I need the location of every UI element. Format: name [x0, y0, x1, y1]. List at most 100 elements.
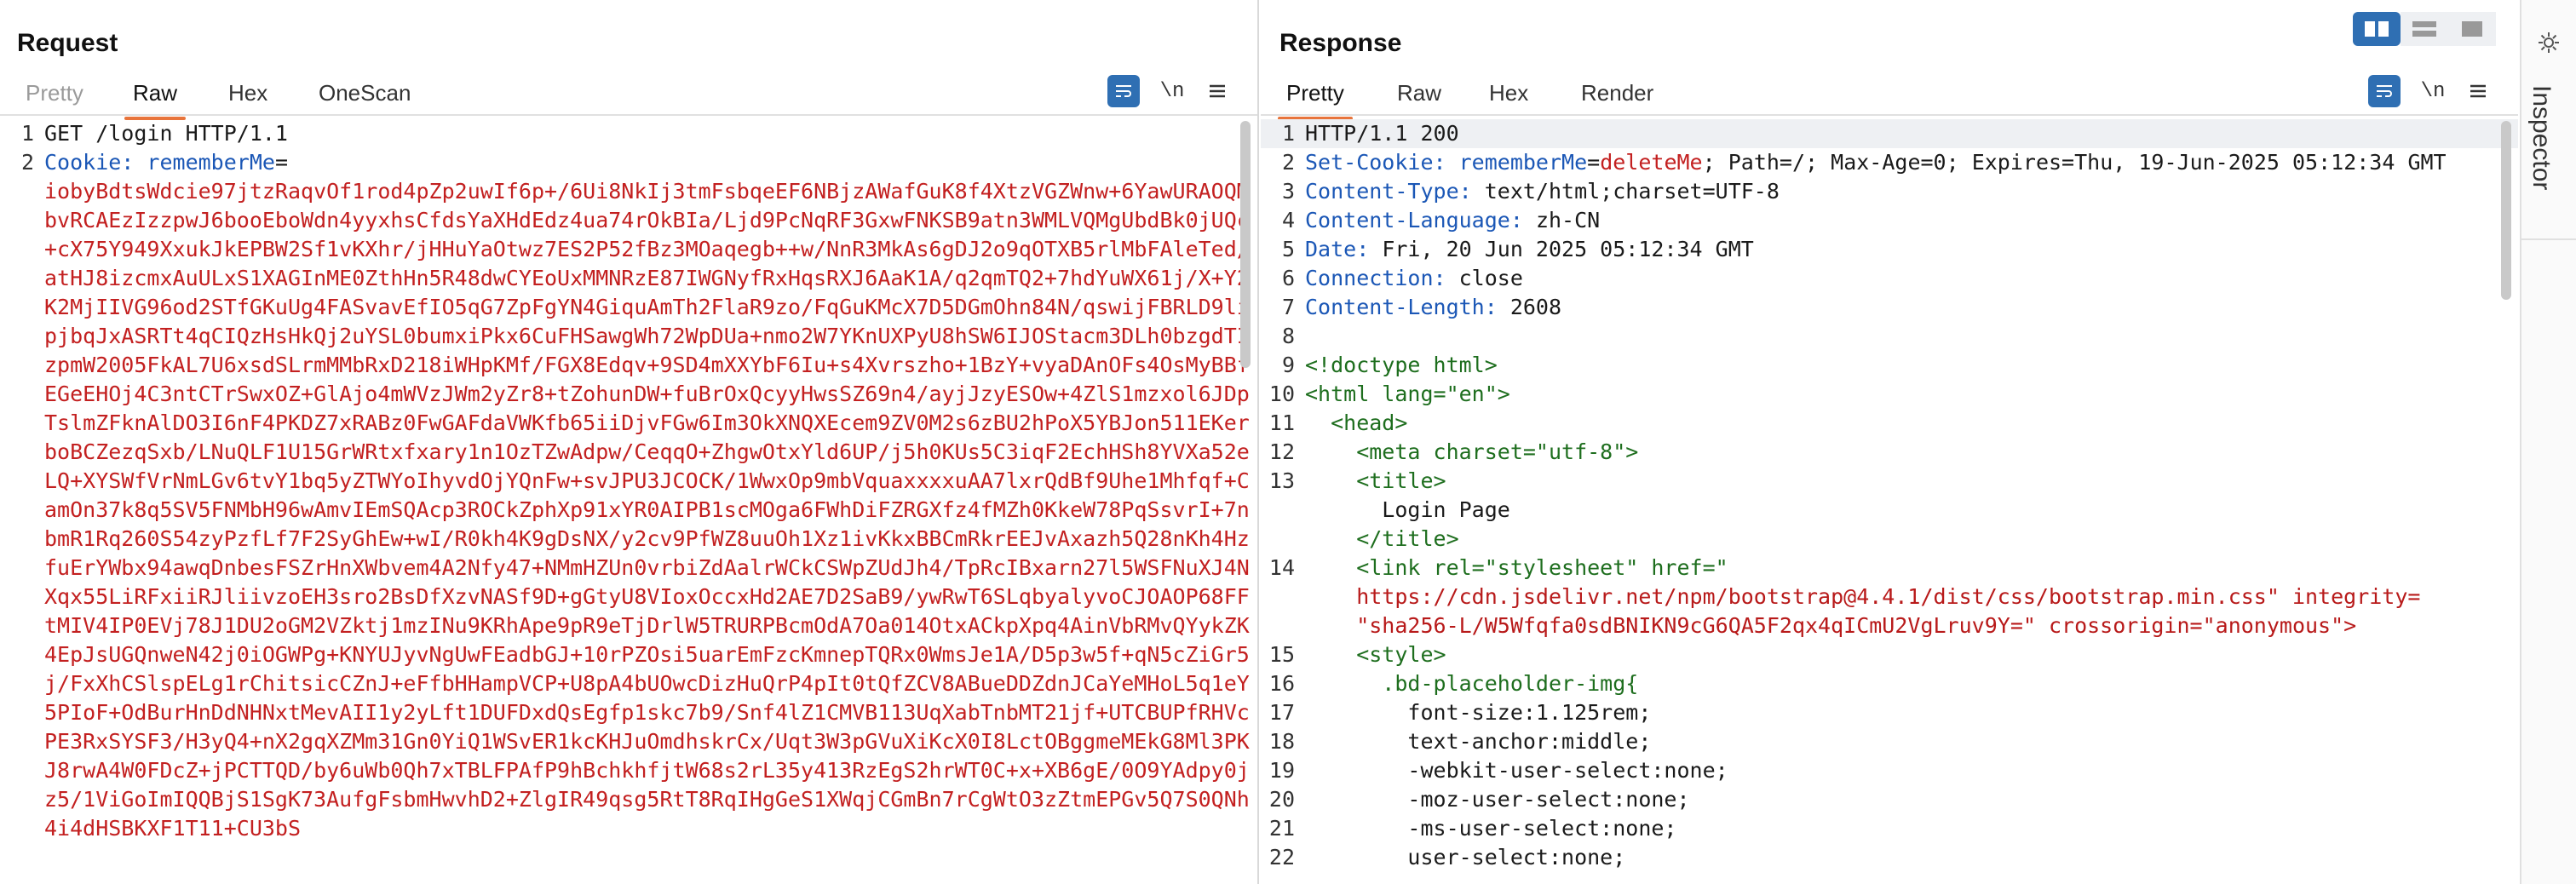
response-title: Response: [1279, 29, 1402, 57]
inspector-label[interactable]: Inspector: [2527, 85, 2556, 190]
response-line: 5 Date: Fri, 20 Jun 2025 05:12:34 GMT: [1261, 235, 2518, 264]
line-text: Date: Fri, 20 Jun 2025 05:12:34 GMT: [1305, 235, 2518, 264]
response-line: 3 Content-Type: text/html;charset=UTF-8: [1261, 177, 2518, 206]
response-line: https://cdn.jsdelivr.net/npm/bootstrap@4…: [1261, 583, 2518, 611]
tab-onescan[interactable]: OneScan: [310, 80, 419, 117]
layout-rows-button[interactable]: [2401, 12, 2448, 46]
tab-render[interactable]: Render: [1573, 80, 1662, 117]
request-menu-button[interactable]: [1203, 75, 1232, 107]
response-scrollbar[interactable]: [2501, 121, 2511, 300]
line-number: 2: [20, 150, 34, 175]
line-number: 18: [1268, 729, 1295, 754]
newline-toggle[interactable]: \n: [2416, 75, 2450, 107]
line-text: Content-Type: text/html;charset=UTF-8: [1305, 177, 2518, 206]
line-text: <meta charset="utf-8">: [1305, 439, 1639, 464]
header-value: text/html;charset=UTF-8: [1484, 179, 1780, 204]
response-line: 4 Content-Language: zh-CN: [1261, 206, 2518, 235]
header-value: Fri, 20 Jun 2025 05:12:34 GMT: [1382, 237, 1754, 261]
line-number: 9: [1281, 353, 1295, 377]
request-scrollbar[interactable]: [1240, 121, 1251, 368]
request-editor[interactable]: 1 GET /login HTTP/1.1 2 Cookie: remember…: [0, 119, 1257, 884]
line-number: 5: [1281, 237, 1295, 261]
tab-hex[interactable]: Hex: [220, 80, 276, 117]
response-tabs: Pretty Raw Hex Render: [1261, 73, 2518, 120]
line-number: 8: [1281, 324, 1295, 348]
line-text: Cookie: rememberMe= iobyBdtsWdcie97jtzRaq…: [44, 148, 1257, 843]
line-text: -moz-user-select:none;: [1305, 787, 1690, 812]
request-title: Request: [17, 29, 118, 57]
line-text: Content-Language: zh-CN: [1305, 206, 2518, 235]
header-key: Connection:: [1305, 266, 1459, 290]
line-text: "sha256-L/W5Wfqfa0sdBNIKN9cG6QA5F2qx4qIC…: [1305, 613, 2357, 638]
header-value: close: [1458, 266, 1523, 290]
wrap-lines-button[interactable]: [1107, 75, 1140, 107]
inspector-sidebar: Inspector: [2520, 0, 2576, 884]
layout-split-button[interactable]: [2353, 12, 2401, 46]
cookie-name: rememberMe: [1458, 150, 1588, 175]
request-pane: Request Pretty Raw Hex OneScan \n 1 GET …: [0, 0, 1259, 884]
layout-single-button[interactable]: [2448, 12, 2496, 46]
header-key: Cookie:: [44, 150, 147, 175]
layout-toggle: [2353, 12, 2496, 46]
line-text: Content-Length: 2608: [1305, 293, 2518, 322]
response-line: 1 HTTP/1.1 200: [1261, 119, 2518, 148]
request-line: 1 GET /login HTTP/1.1: [0, 119, 1257, 148]
line-number: 6: [1281, 266, 1295, 290]
response-line: 10 <html lang="en">: [1261, 380, 2518, 409]
line-number: 11: [1268, 410, 1295, 435]
tab-pretty[interactable]: Pretty: [17, 80, 92, 117]
wrap-lines-button[interactable]: [2368, 75, 2401, 107]
line-number: 2: [1281, 150, 1295, 175]
response-line: 2 Set-Cookie: rememberMe=deleteMe; Path=…: [1261, 148, 2518, 177]
line-number: 15: [1268, 642, 1295, 667]
response-line: 17 font-size:1.125rem;: [1261, 698, 2518, 727]
line-text: Connection: close: [1305, 264, 2518, 293]
line-text: <html lang="en">: [1305, 382, 1510, 406]
tab-raw[interactable]: Raw: [1389, 80, 1450, 117]
header-value: zh-CN: [1535, 208, 1601, 232]
response-line: 19 -webkit-user-select:none;: [1261, 756, 2518, 785]
line-number: [1261, 496, 1305, 525]
line-number: 1: [1261, 119, 1305, 148]
line-number: 16: [1268, 671, 1295, 696]
tab-raw[interactable]: Raw: [124, 80, 187, 120]
split-rows-icon: [2412, 21, 2436, 37]
tab-pretty[interactable]: Pretty: [1278, 80, 1353, 120]
cookie-value: deleteMe: [1600, 150, 1703, 175]
response-line: 9 <!doctype html>: [1261, 351, 2518, 380]
line-text: -ms-user-select:none;: [1305, 816, 1677, 841]
newline-toggle[interactable]: \n: [1155, 75, 1189, 107]
header-key: Date:: [1305, 237, 1383, 261]
hamburger-icon: [2470, 84, 2486, 98]
response-line: 7 Content-Length: 2608: [1261, 293, 2518, 322]
header-key: Content-Length:: [1305, 295, 1510, 319]
settings-icon[interactable]: [2537, 31, 2561, 59]
split-columns-icon: [2365, 21, 2389, 37]
line-text: <!doctype html>: [1305, 353, 1498, 377]
line-text: Login Page: [1305, 497, 1510, 522]
header-key: Content-Language:: [1305, 208, 1536, 232]
cookie-value: iobyBdtsWdcie97jtzRaqvOf1rod4pZp2uwIf6p+…: [44, 179, 1250, 841]
line-number: [1261, 611, 1305, 640]
response-editor[interactable]: 1 HTTP/1.1 200 2 Set-Cookie: rememberMe=…: [1261, 119, 2518, 884]
line-number: 14: [1268, 555, 1295, 580]
cookie-eq: =: [274, 150, 288, 175]
line-number: [1261, 583, 1305, 611]
line-text: user-select:none;: [1305, 845, 1626, 870]
response-line: 20 -moz-user-select:none;: [1261, 785, 2518, 814]
tab-hex[interactable]: Hex: [1481, 80, 1537, 117]
response-line: Login Page: [1261, 496, 2518, 525]
cookie-eq: =: [1587, 150, 1601, 175]
response-menu-button[interactable]: [2464, 75, 2493, 107]
line-number: 13: [1268, 468, 1295, 493]
line-text: </title>: [1305, 526, 1459, 551]
line-number: 17: [1268, 700, 1295, 725]
response-line: 18 text-anchor:middle;: [1261, 727, 2518, 756]
line-text: [1305, 322, 2518, 351]
response-line: 13 <title>: [1261, 467, 2518, 496]
header-key: Content-Type:: [1305, 179, 1485, 204]
response-line: 16 .bd-placeholder-img{: [1261, 669, 2518, 698]
line-text: font-size:1.125rem;: [1305, 700, 1652, 725]
response-line: 22 user-select:none;: [1261, 843, 2518, 872]
wrap-lines-icon: [2377, 85, 2392, 97]
